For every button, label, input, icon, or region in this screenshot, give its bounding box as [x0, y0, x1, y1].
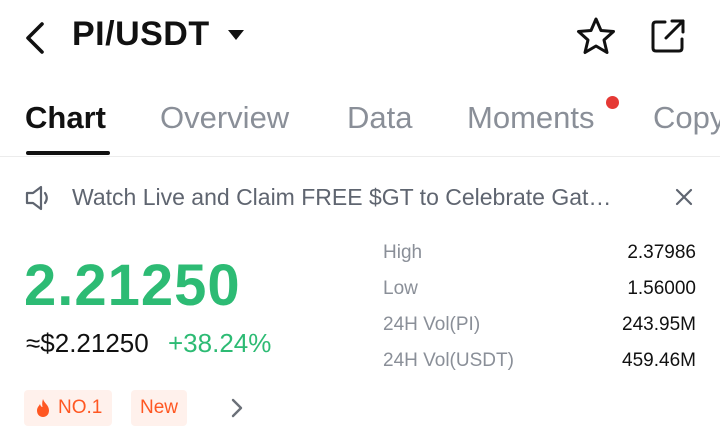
stat-value-high: 2.37986 [627, 242, 696, 263]
tab-copy[interactable]: Copy [653, 100, 720, 136]
last-price: 2.21250 [24, 253, 241, 318]
speaker-icon [25, 185, 48, 211]
notification-dot [606, 96, 619, 109]
tab-chart[interactable]: Chart [25, 100, 106, 136]
divider [0, 156, 720, 157]
chevron-right-icon[interactable] [228, 396, 246, 420]
rank-badge[interactable]: NO.1 [24, 390, 113, 426]
active-tab-indicator [26, 151, 110, 155]
fiat-price: ≈$2.21250 [26, 328, 149, 358]
rank-badge-label: NO.1 [58, 397, 103, 418]
price-change-percent: +38.24% [168, 328, 272, 358]
announcement-text[interactable]: Watch Live and Claim FREE $GT to Celebra… [72, 184, 642, 211]
share-icon[interactable] [648, 16, 688, 56]
stat-label-low: Low [383, 278, 418, 299]
stat-label-high: High [383, 242, 423, 263]
new-badge[interactable]: New [131, 390, 188, 426]
stat-value-vol-quote: 459.46M [622, 350, 696, 371]
stat-label-vol-base: 24H Vol(PI) [383, 314, 481, 335]
tab-bar: Chart Overview Data Moments Copy [0, 96, 720, 158]
tab-data[interactable]: Data [347, 100, 412, 136]
back-icon[interactable] [18, 18, 52, 58]
close-icon[interactable] [672, 185, 696, 209]
stat-value-low: 1.56000 [627, 278, 696, 299]
caret-down-icon[interactable] [228, 30, 244, 40]
pair-title[interactable]: PI/USDT [72, 15, 210, 54]
fire-icon [37, 399, 49, 417]
stat-label-vol-quote: 24H Vol(USDT) [383, 350, 514, 371]
star-icon[interactable] [576, 16, 616, 56]
tab-moments[interactable]: Moments [467, 100, 594, 136]
new-badge-label: New [140, 397, 179, 418]
tab-overview[interactable]: Overview [160, 100, 289, 136]
stat-value-vol-base: 243.95M [622, 314, 696, 335]
